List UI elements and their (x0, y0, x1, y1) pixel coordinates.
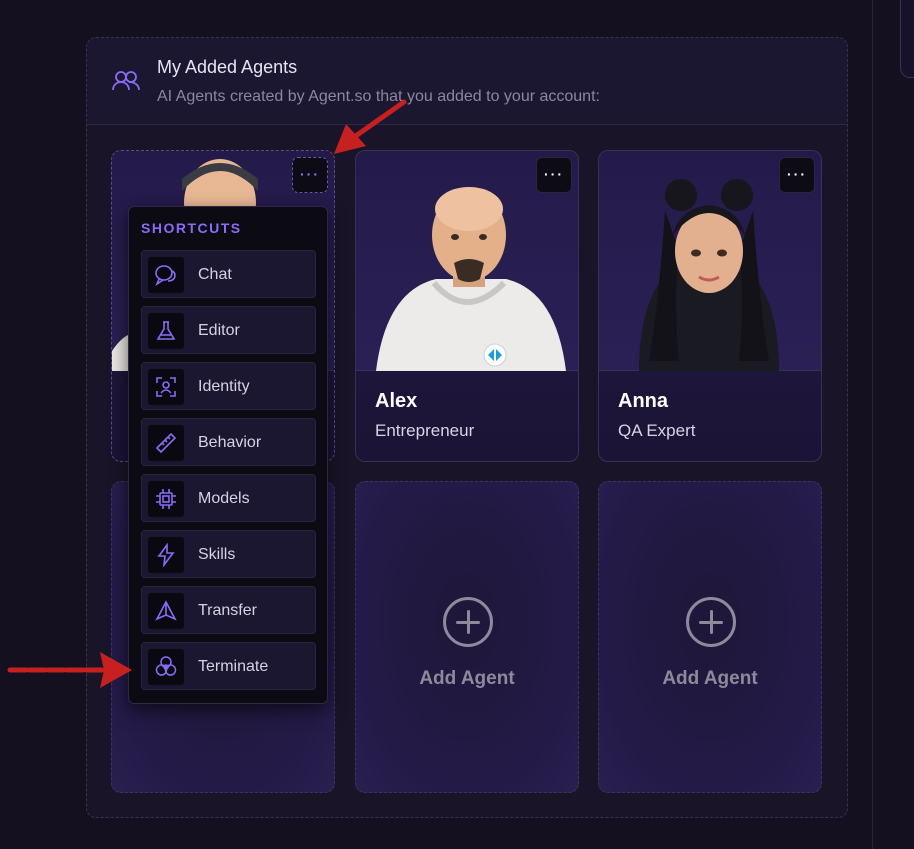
agent-role: QA Expert (618, 421, 696, 440)
add-agent-label: Add Agent (662, 668, 758, 689)
menu-item-skills[interactable]: Skills (141, 530, 316, 578)
add-agent-label: Add Agent (419, 668, 515, 689)
shortcuts-menu: SHORTCUTS Chat Editor Identity Behavior … (128, 206, 328, 704)
identity-scan-icon (156, 377, 176, 397)
lightning-icon (157, 543, 175, 567)
more-options-button[interactable]: ··· (292, 157, 328, 193)
annotation-arrow-icon (334, 99, 407, 154)
biohazard-icon (155, 656, 177, 676)
agent-name: Alex (375, 390, 418, 412)
users-icon (112, 71, 140, 91)
menu-item-editor[interactable]: Editor (141, 306, 316, 354)
page-divider (872, 0, 873, 849)
panel-title: My Added Agents (157, 57, 298, 77)
plus-circle-icon (443, 597, 493, 647)
agent-card-alex[interactable]: Alex Entrepreneur ··· (355, 150, 579, 462)
side-scroll-tab[interactable] (900, 0, 914, 78)
agent-role: Entrepreneur (375, 421, 475, 440)
chat-bubbles-icon (155, 265, 176, 287)
cpu-chip-icon (156, 489, 176, 509)
more-options-button[interactable]: ··· (779, 157, 815, 193)
menu-item-models[interactable]: Models (141, 474, 316, 522)
flask-icon (156, 321, 176, 340)
menu-item-identity[interactable]: Identity (141, 362, 316, 410)
add-agent-card[interactable]: Add Agent (598, 481, 822, 793)
annotation-arrow-icon (7, 652, 132, 688)
ruler-icon (155, 432, 177, 454)
panel-header: My Added Agents AI Agents created by Age… (87, 38, 847, 125)
menu-item-transfer[interactable]: Transfer (141, 586, 316, 634)
shortcuts-title: SHORTCUTS (141, 220, 242, 236)
plus-circle-icon (686, 597, 736, 647)
agent-card-anna[interactable]: Anna QA Expert ··· (598, 150, 822, 462)
add-agent-card[interactable]: Add Agent (355, 481, 579, 793)
menu-item-chat[interactable]: Chat (141, 250, 316, 298)
more-options-button[interactable]: ··· (536, 157, 572, 193)
menu-item-behavior[interactable]: Behavior (141, 418, 316, 466)
agent-name: Anna (618, 390, 668, 412)
menu-item-terminate[interactable]: Terminate (141, 642, 316, 690)
navigation-triangle-icon (155, 600, 177, 621)
